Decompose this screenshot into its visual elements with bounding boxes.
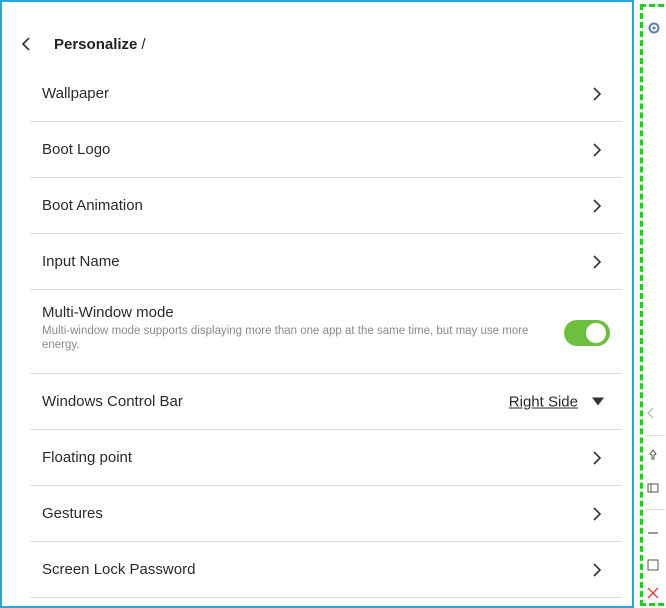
page-header: Personalize / — [16, 32, 146, 56]
setting-label: Boot Logo — [42, 141, 111, 158]
setting-label: Gestures — [42, 505, 103, 522]
setting-label: Wallpaper — [42, 85, 109, 102]
toggle-knob — [586, 323, 606, 343]
chevron-right-icon — [593, 450, 602, 465]
chevron-right-icon — [593, 562, 602, 577]
chevron-left-icon — [21, 37, 30, 51]
setting-row-multi-window: Multi-Window mode Multi-window mode supp… — [30, 290, 622, 374]
chevron-left-icon[interactable] — [647, 407, 655, 419]
multi-window-toggle[interactable] — [564, 320, 610, 346]
page-title: Personalize — [54, 35, 138, 53]
setting-label: Screen Lock Password — [42, 561, 196, 578]
settings-panel: Personalize / Wallpaper Boot Logo Boot A… — [0, 0, 634, 608]
caret-down-icon — [592, 397, 604, 406]
setting-label: Boot Animation — [42, 197, 143, 214]
window-icon[interactable] — [647, 483, 659, 493]
setting-label: Input Name — [42, 253, 120, 270]
setting-label: Multi-Window mode — [42, 304, 174, 321]
setting-row-boot-animation[interactable]: Boot Animation — [30, 178, 622, 234]
chevron-right-icon — [593, 198, 602, 213]
setting-row-floating-point[interactable]: Floating point — [30, 430, 622, 486]
back-button[interactable] — [16, 34, 36, 54]
pin-icon[interactable] — [647, 449, 659, 461]
setting-description: Multi-window mode supports displaying mo… — [42, 325, 529, 351]
setting-row-screen-lock-password[interactable]: Screen Lock Password — [30, 542, 622, 598]
chevron-right-icon — [593, 254, 602, 269]
maximize-icon[interactable] — [647, 559, 659, 571]
chevron-right-icon — [593, 142, 602, 157]
setting-row-wallpaper[interactable]: Wallpaper — [30, 66, 622, 122]
dropdown-value: Right Side — [508, 393, 578, 410]
setting-row-gestures[interactable]: Gestures — [30, 486, 622, 542]
side-toolbar — [640, 4, 665, 606]
setting-label: Floating point — [42, 449, 133, 466]
control-bar-dropdown[interactable]: Right Side — [509, 393, 604, 410]
chevron-right-icon — [593, 86, 602, 101]
minimize-icon[interactable] — [647, 531, 659, 535]
toolbar-divider — [645, 509, 665, 510]
settings-list: Wallpaper Boot Logo Boot Animation Input… — [30, 66, 622, 598]
chevron-right-icon — [593, 506, 602, 521]
gear-icon[interactable] — [647, 21, 661, 35]
setting-row-input-name[interactable]: Input Name — [30, 234, 622, 290]
setting-label: Windows Control Bar — [42, 393, 183, 410]
setting-row-boot-logo[interactable]: Boot Logo — [30, 122, 622, 178]
toolbar-divider — [645, 435, 665, 436]
setting-row-windows-control-bar[interactable]: Windows Control Bar Right Side — [30, 374, 622, 430]
breadcrumb-separator: / — [141, 35, 146, 53]
close-icon[interactable] — [647, 587, 659, 599]
